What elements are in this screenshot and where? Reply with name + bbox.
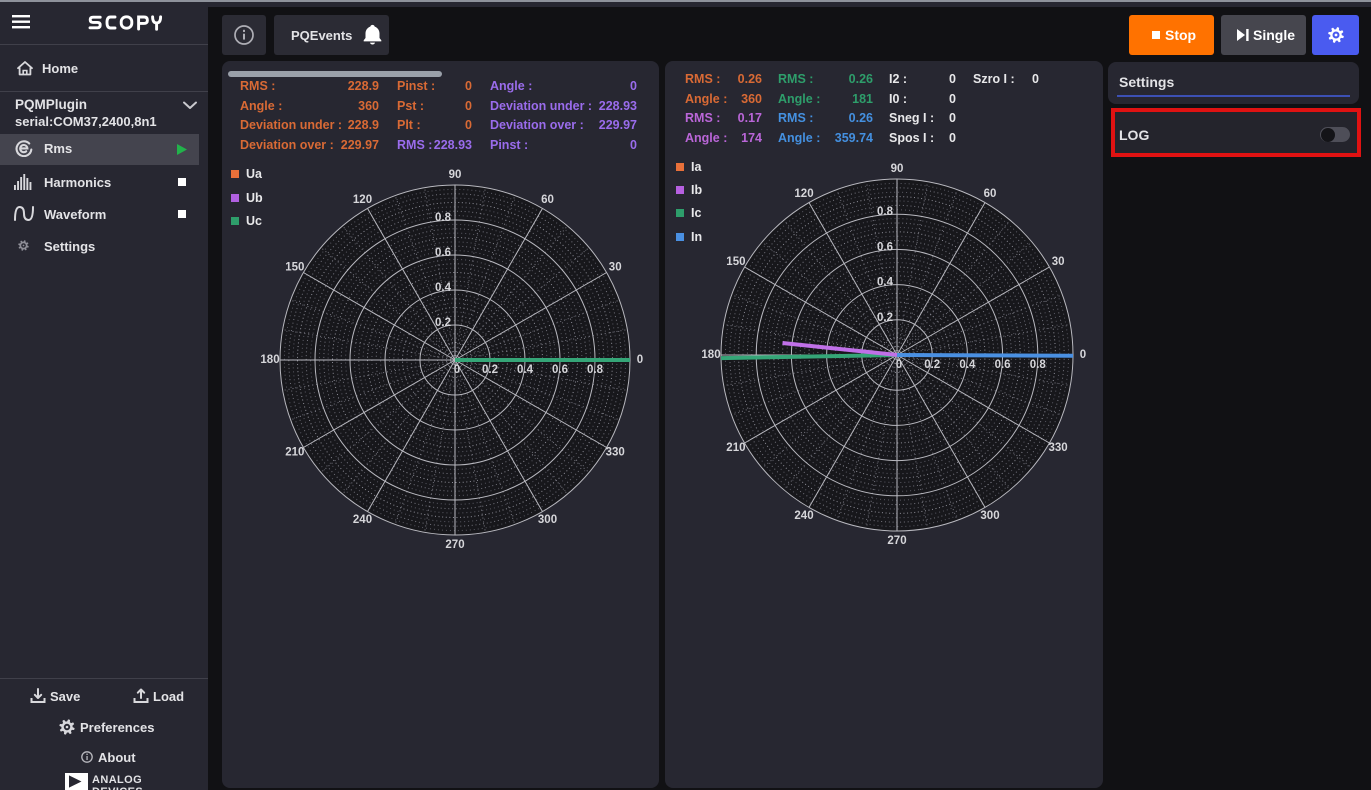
svg-text:0.2: 0.2: [877, 312, 893, 324]
svg-text:300: 300: [538, 514, 557, 526]
svg-text:180: 180: [701, 349, 720, 361]
svg-text:0.4: 0.4: [435, 282, 452, 294]
svg-text:300: 300: [980, 510, 999, 522]
svg-text:120: 120: [353, 194, 372, 206]
svg-text:90: 90: [891, 163, 904, 175]
svg-text:0.6: 0.6: [435, 247, 451, 259]
svg-text:210: 210: [726, 442, 745, 454]
svg-text:0.2: 0.2: [435, 317, 451, 329]
svg-text:0.4: 0.4: [517, 364, 534, 376]
svg-text:0.6: 0.6: [995, 359, 1011, 371]
svg-text:0.2: 0.2: [482, 364, 498, 376]
svg-text:330: 330: [1049, 442, 1068, 454]
svg-text:0.8: 0.8: [1030, 359, 1047, 371]
svg-text:0.8: 0.8: [587, 364, 604, 376]
svg-text:0.6: 0.6: [552, 364, 568, 376]
svg-text:270: 270: [887, 535, 906, 547]
svg-text:0.8: 0.8: [877, 206, 894, 218]
svg-text:270: 270: [445, 539, 464, 551]
svg-text:0: 0: [896, 359, 902, 371]
svg-text:90: 90: [449, 169, 462, 181]
svg-text:0.4: 0.4: [877, 277, 894, 289]
svg-text:0: 0: [1080, 349, 1086, 361]
svg-text:240: 240: [794, 510, 813, 522]
svg-text:150: 150: [726, 256, 745, 268]
svg-text:210: 210: [285, 447, 304, 459]
svg-text:30: 30: [609, 262, 622, 274]
svg-text:0.6: 0.6: [877, 241, 893, 253]
svg-text:0.4: 0.4: [959, 359, 976, 371]
svg-text:30: 30: [1052, 256, 1065, 268]
svg-text:180: 180: [260, 354, 279, 366]
svg-text:330: 330: [606, 447, 625, 459]
svg-text:240: 240: [353, 514, 372, 526]
svg-text:60: 60: [984, 188, 997, 200]
svg-text:120: 120: [794, 188, 813, 200]
svg-text:0.2: 0.2: [924, 359, 940, 371]
svg-text:150: 150: [285, 262, 304, 274]
svg-text:0.8: 0.8: [435, 212, 452, 224]
svg-text:0: 0: [454, 364, 460, 376]
svg-text:0: 0: [637, 354, 643, 366]
svg-text:60: 60: [541, 194, 554, 206]
